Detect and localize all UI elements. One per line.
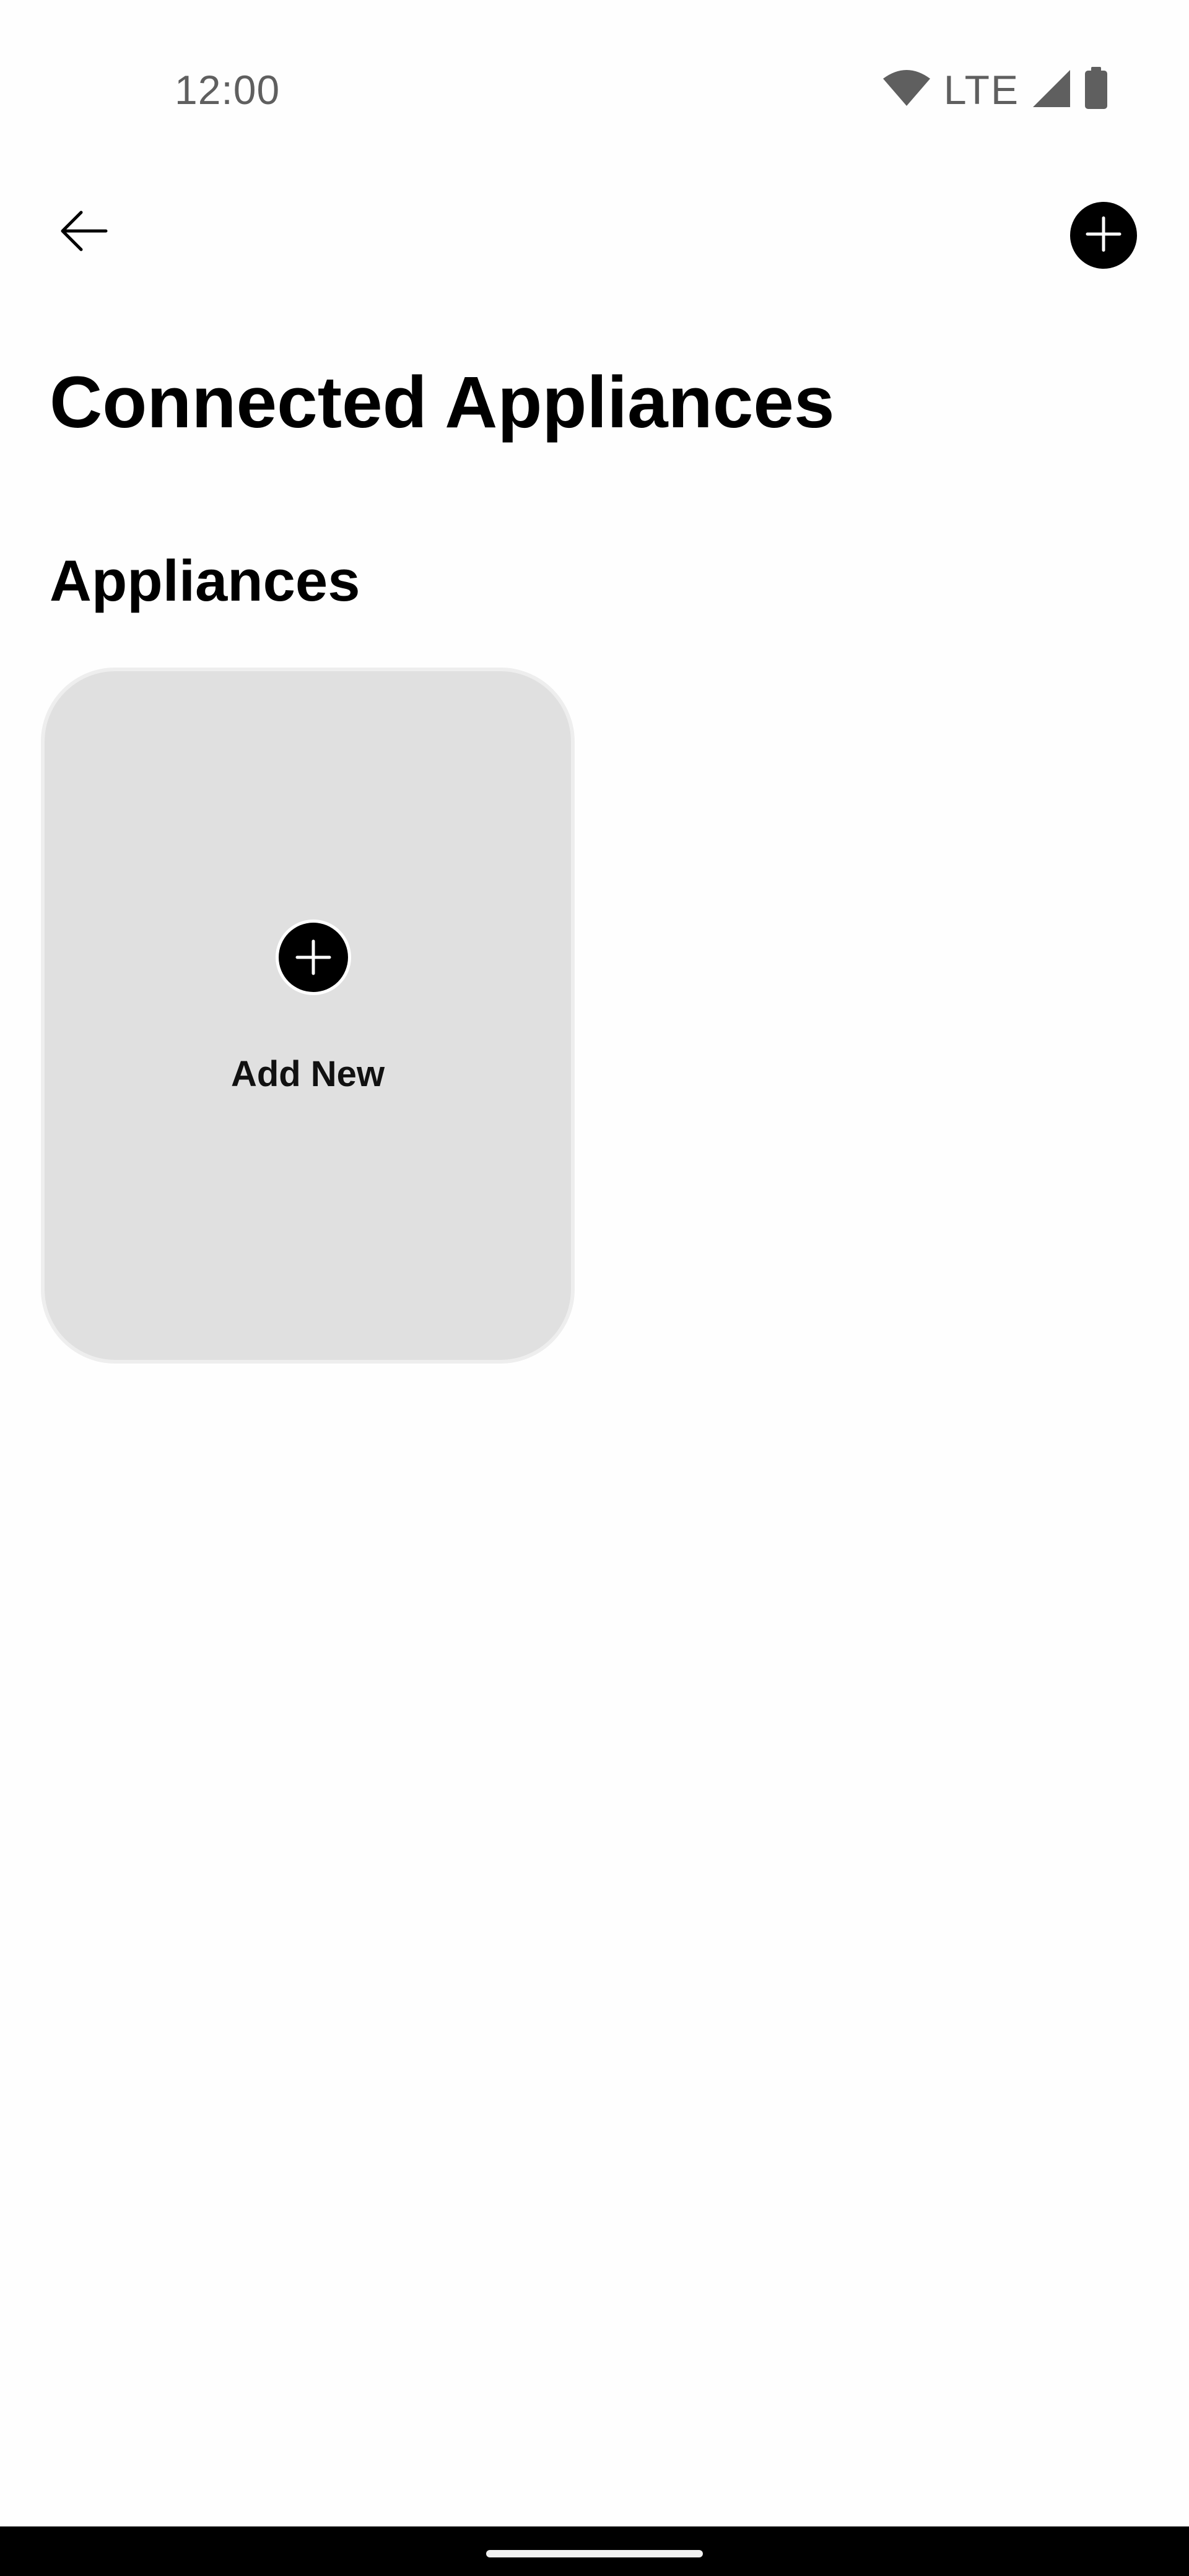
arrow-left-icon bbox=[59, 209, 108, 256]
navigation-bar bbox=[0, 2526, 1189, 2576]
page-title: Connected Appliances bbox=[50, 362, 835, 443]
add-new-label: Add New bbox=[230, 1054, 385, 1094]
status-time: 12:00 bbox=[175, 67, 281, 113]
status-bar: 12:00 LTE bbox=[0, 0, 1189, 180]
wifi-icon bbox=[882, 69, 931, 111]
battery-icon bbox=[1084, 66, 1108, 113]
plus-icon bbox=[279, 923, 348, 992]
home-gesture-handle[interactable] bbox=[486, 2550, 703, 2557]
cellular-signal-icon bbox=[1032, 69, 1071, 111]
add-appliance-button[interactable] bbox=[1070, 202, 1137, 269]
back-button[interactable] bbox=[43, 192, 124, 272]
screen: 12:00 LTE Connected Appliances Appliance… bbox=[0, 0, 1189, 2576]
network-type-label: LTE bbox=[943, 67, 1019, 113]
status-icons: LTE bbox=[882, 62, 1108, 118]
add-new-appliance-card[interactable]: Add New bbox=[41, 668, 575, 1364]
plus-icon bbox=[1085, 215, 1122, 256]
section-title-appliances: Appliances bbox=[50, 548, 360, 613]
